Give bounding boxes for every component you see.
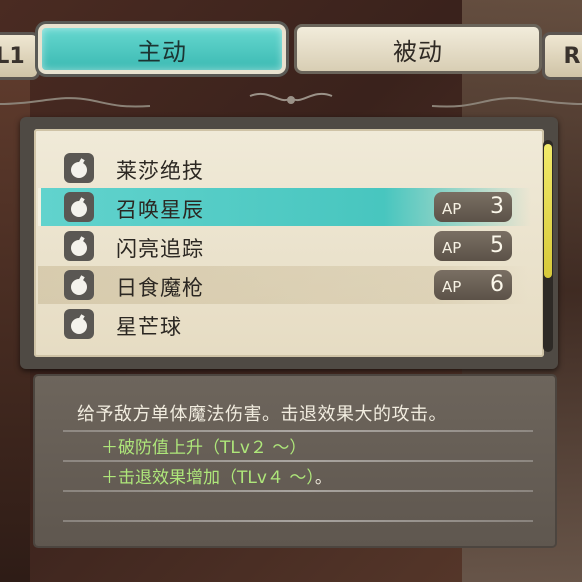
ap-label: AP xyxy=(442,200,462,218)
bomb-icon xyxy=(64,270,94,300)
bonus-line-2-tail: 。 xyxy=(314,468,332,488)
skill-row-selected[interactable]: 召唤星辰 AP 3 xyxy=(34,188,544,226)
ap-value: 6 xyxy=(490,272,504,297)
skill-row[interactable]: 莱莎绝技 xyxy=(34,149,544,187)
divider-line xyxy=(63,490,533,492)
divider-line xyxy=(63,460,533,462)
scrollbar[interactable] xyxy=(543,140,553,352)
bonus-line-1: ＋破防值上升（TLv２ ～） xyxy=(101,438,307,458)
ornament-divider xyxy=(0,93,582,108)
tab-active-label: 主动 xyxy=(137,37,187,66)
skill-row[interactable]: 闪亮追踪 AP 5 xyxy=(34,227,544,265)
ap-cost-badge: AP 6 xyxy=(434,270,512,300)
skill-name: 日食魔枪 xyxy=(116,276,204,300)
bomb-icon xyxy=(64,192,94,222)
ap-label: AP xyxy=(442,278,462,296)
bomb-icon xyxy=(64,309,94,339)
skill-description: 给予敌方单体魔法伤害。击退效果大的攻击。 xyxy=(77,404,447,425)
skill-name: 闪亮追踪 xyxy=(116,237,204,261)
skill-name: 召唤星辰 xyxy=(116,198,204,222)
skill-name: 星芒球 xyxy=(116,315,182,339)
l1-label: L1 xyxy=(0,43,25,69)
tab-active-skills[interactable]: 主动 xyxy=(38,24,286,74)
ap-value: 5 xyxy=(490,233,504,258)
skill-description-panel: 给予敌方单体魔法伤害。击退效果大的攻击。 ＋破防值上升（TLv２ ～） ＋击退效… xyxy=(35,376,555,546)
skill-name: 莱莎绝技 xyxy=(116,159,204,183)
scrollbar-thumb[interactable] xyxy=(544,144,552,278)
bonus-line-2-text: ＋击退效果增加（TLv４ ～） xyxy=(101,468,315,488)
ap-cost-badge: AP 3 xyxy=(434,192,512,222)
skill-row[interactable]: 日食魔枪 AP 6 xyxy=(34,266,544,304)
ap-cost-badge: AP 5 xyxy=(434,231,512,261)
skill-list: 莱莎绝技 召唤星辰 AP 3 闪亮追踪 AP 5 日食魔枪 AP 6 星芒球 xyxy=(34,129,544,357)
l1-shoulder-button[interactable]: L1 xyxy=(0,32,40,80)
r-label: R xyxy=(563,43,581,69)
skill-row[interactable]: 星芒球 xyxy=(34,305,544,343)
tab-bar: L1 主动 被动 R xyxy=(0,20,582,84)
bomb-icon xyxy=(64,153,94,183)
tab-passive-label: 被动 xyxy=(393,37,443,66)
divider-line xyxy=(63,430,533,432)
skill-list-panel: 莱莎绝技 召唤星辰 AP 3 闪亮追踪 AP 5 日食魔枪 AP 6 星芒球 xyxy=(20,117,558,369)
bonus-line-2: ＋击退效果增加（TLv４ ～）。 xyxy=(101,463,332,488)
divider-line xyxy=(63,520,533,522)
ap-label: AP xyxy=(442,239,462,257)
r-shoulder-button[interactable]: R xyxy=(542,32,582,80)
ap-value: 3 xyxy=(490,194,504,219)
bomb-icon xyxy=(64,231,94,261)
tab-passive-skills[interactable]: 被动 xyxy=(294,24,542,74)
